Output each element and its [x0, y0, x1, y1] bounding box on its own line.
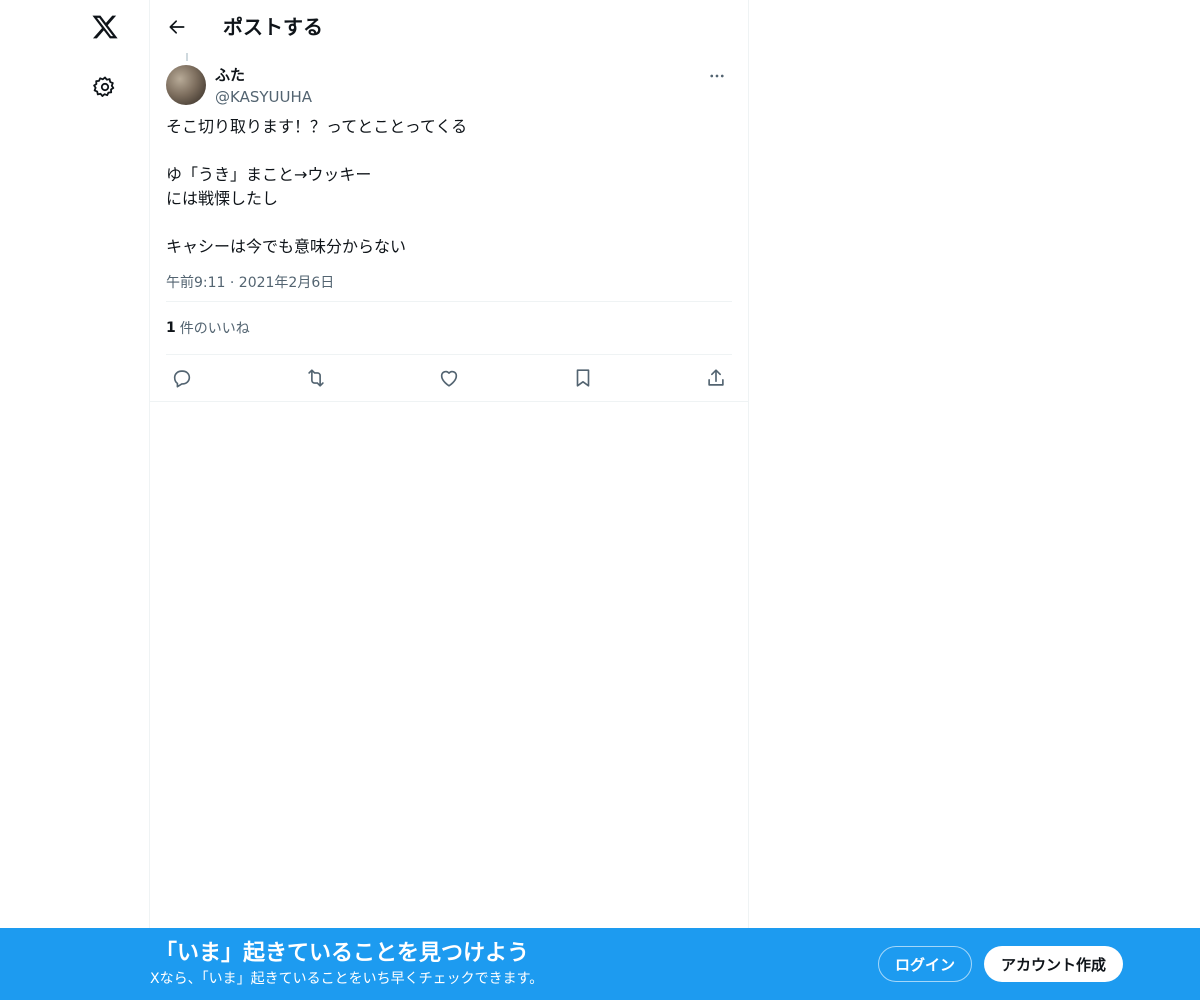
- page: ポストする ふた @KASYUUHA そこ切り取ります！？ってとことってくる ゆ…: [0, 0, 1200, 1000]
- page-title: ポストする: [223, 15, 323, 39]
- like-icon: [440, 370, 458, 387]
- author-handle[interactable]: @KASYUUHA: [215, 87, 312, 107]
- avatar[interactable]: [166, 65, 206, 105]
- more-icon: [710, 74, 724, 78]
- banner-title: 「いま」起きていることを見つけよう: [155, 941, 530, 966]
- header: ポストする: [150, 0, 748, 53]
- post-text: そこ切り取ります！？ってとことってくる ゆ「うき」まこと→ウッキー には戦慄した…: [166, 117, 468, 256]
- left-nav: [0, 0, 149, 1000]
- gear-icon[interactable]: [91, 73, 119, 101]
- author-name[interactable]: ふた: [215, 65, 245, 85]
- like-button[interactable]: [437, 366, 461, 390]
- signup-banner: 「いま」起きていることを見つけよう Xなら、「いま」起きていることをいち早くチェ…: [0, 928, 1200, 1000]
- post-actions: [166, 355, 732, 401]
- arrow-left-icon: [169, 20, 185, 34]
- post-timestamp[interactable]: 午前9:11 · 2021年2月6日: [166, 273, 732, 301]
- signup-button[interactable]: アカウント作成: [984, 946, 1123, 982]
- likes-count[interactable]: 1 件のいいね: [166, 302, 732, 354]
- post: ふた @KASYUUHA そこ切り取ります！？ってとことってくる ゆ「うき」まこ…: [150, 53, 748, 402]
- more-options-button[interactable]: [704, 63, 730, 89]
- likes-label: 件のいいね: [179, 321, 250, 337]
- post-author: ふた @KASYUUHA: [166, 53, 732, 111]
- divider: [150, 401, 748, 402]
- main-column: ポストする ふた @KASYUUHA そこ切り取ります！？ってとことってくる ゆ…: [149, 0, 749, 1000]
- repost-icon: [307, 369, 324, 387]
- login-button[interactable]: ログイン: [878, 946, 972, 982]
- repost-button[interactable]: [304, 366, 328, 390]
- share-button[interactable]: [704, 366, 728, 390]
- likes-number: 1: [166, 320, 176, 336]
- bookmark-button[interactable]: [571, 366, 595, 390]
- bookmark-icon: [576, 369, 589, 387]
- x-logo-icon[interactable]: [89, 11, 121, 43]
- share-icon: [708, 369, 724, 386]
- reply-button[interactable]: [170, 366, 194, 390]
- back-button[interactable]: [164, 14, 190, 40]
- reply-icon: [173, 370, 191, 388]
- banner-subtitle: Xなら、「いま」起きていることをいち早くチェックできます。: [150, 971, 544, 987]
